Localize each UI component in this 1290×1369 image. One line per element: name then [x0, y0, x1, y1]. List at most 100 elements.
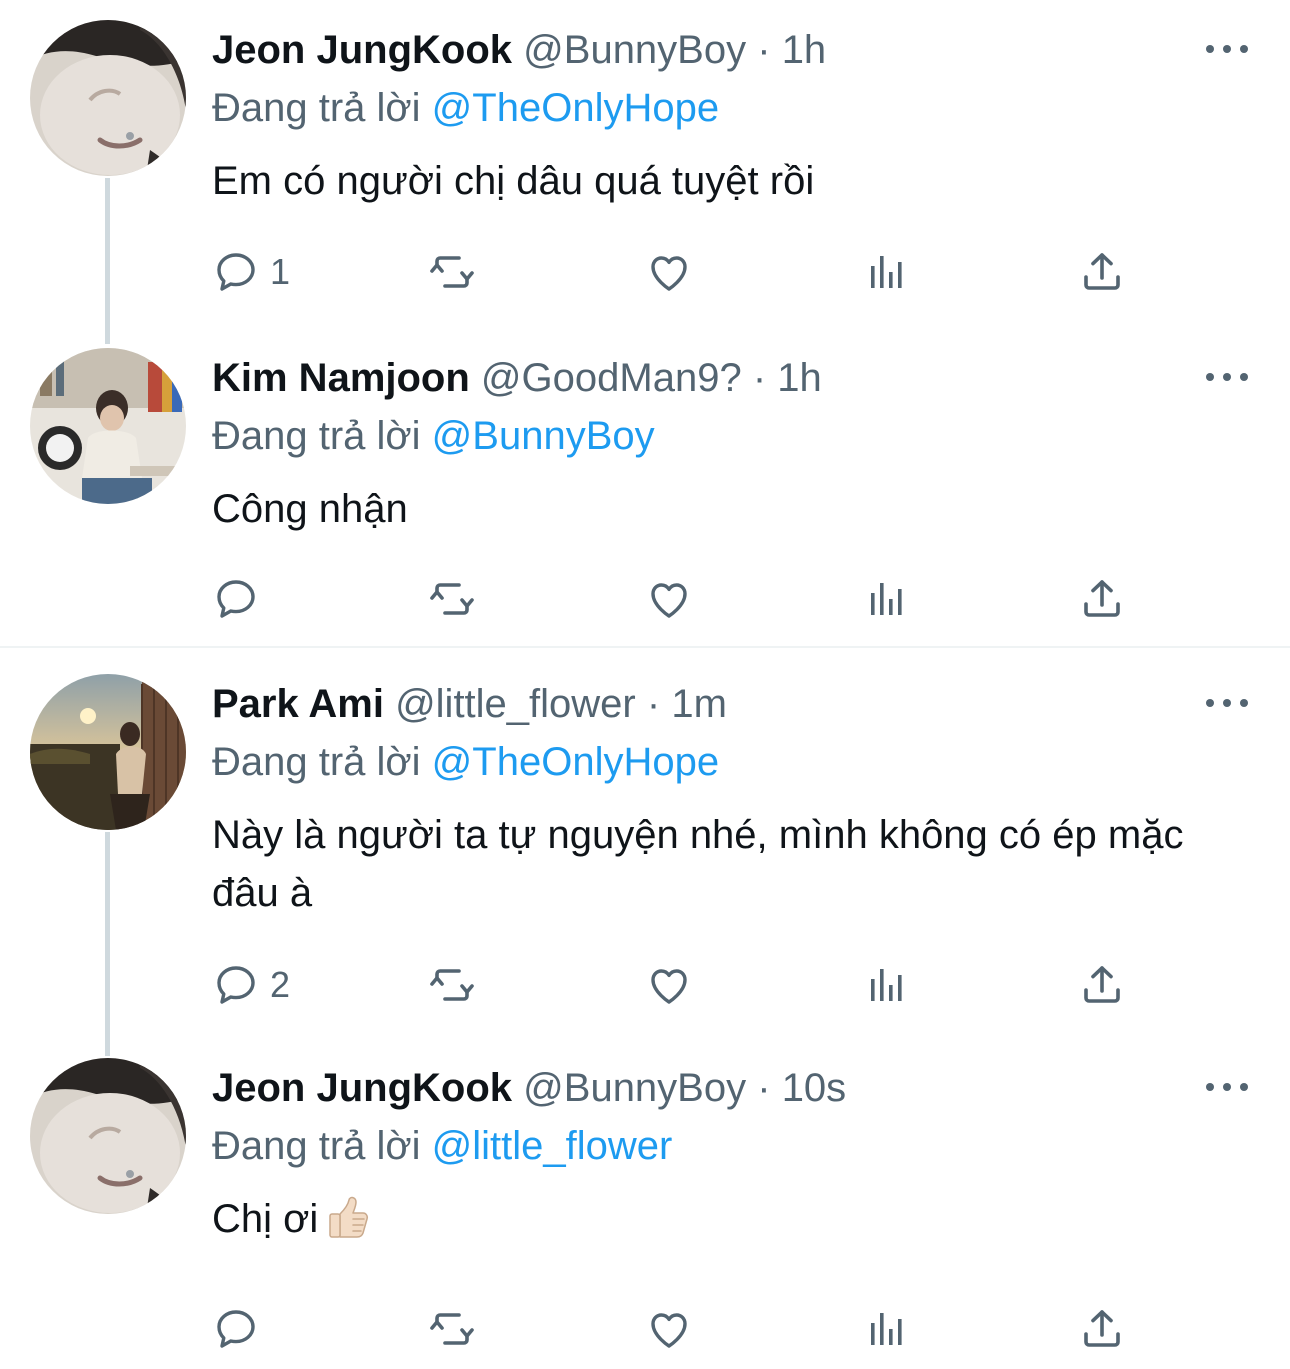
display-name[interactable]: Jeon JungKook: [212, 1066, 512, 1110]
reply-button[interactable]: 2: [212, 960, 290, 1010]
divider: [0, 646, 1290, 648]
mention-link[interactable]: @little_flower: [432, 1124, 673, 1168]
separator-dot: ·: [646, 682, 661, 726]
views-button[interactable]: [862, 574, 910, 624]
reply-icon: [212, 961, 260, 1009]
more-options-button[interactable]: [1206, 692, 1248, 714]
display-name[interactable]: Park Ami: [212, 682, 384, 726]
avatar-sunset-icon: [30, 674, 186, 830]
avatar[interactable]: [30, 20, 186, 176]
user-handle[interactable]: @little_flower: [395, 682, 636, 726]
retweet-button[interactable]: [428, 574, 476, 624]
heart-icon: [645, 1305, 693, 1353]
replying-to: Đang trả lời @TheOnlyHope: [212, 82, 719, 134]
share-button[interactable]: [1078, 247, 1126, 297]
tweet-header: Jeon JungKook @BunnyBoy · 10s: [212, 1062, 846, 1114]
dot-icon: [1240, 699, 1248, 707]
views-button[interactable]: [862, 247, 910, 297]
action-bar: 1: [212, 247, 1212, 297]
dot-icon: [1206, 45, 1214, 53]
separator-dot: ·: [757, 28, 771, 72]
more-options-button[interactable]: [1206, 366, 1248, 388]
like-button[interactable]: [645, 960, 693, 1010]
retweet-icon: [428, 1305, 476, 1353]
reply-icon: [212, 575, 260, 623]
user-handle[interactable]: @GoodMan9?: [481, 356, 742, 400]
replying-to: Đang trả lời @TheOnlyHope: [212, 736, 719, 788]
tweet-header: Kim Namjoon @GoodMan9? · 1h: [212, 352, 822, 404]
dot-icon: [1240, 373, 1248, 381]
tweet-text-content: Chị ơi: [212, 1197, 319, 1241]
replying-prefix: Đang trả lời: [212, 414, 421, 458]
display-name[interactable]: Kim Namjoon: [212, 356, 470, 400]
views-button[interactable]: [862, 1304, 910, 1354]
dot-icon: [1223, 699, 1231, 707]
retweet-button[interactable]: [428, 1304, 476, 1354]
reply-button[interactable]: 1: [212, 247, 290, 297]
dot-icon: [1206, 373, 1214, 381]
avatar-face-icon: [30, 20, 186, 176]
more-options-button[interactable]: [1206, 1076, 1248, 1098]
like-button[interactable]: [645, 247, 693, 297]
avatar[interactable]: [30, 674, 186, 830]
mention-link[interactable]: @TheOnlyHope: [432, 86, 719, 130]
avatar-face-icon: [30, 1058, 186, 1214]
tweet-text: Em có người chị dâu quá tuyệt rồi: [212, 159, 815, 203]
timestamp[interactable]: 1h: [782, 28, 827, 72]
tweet-text: Này là người ta tự nguyện nhé, mình khôn…: [212, 813, 1184, 915]
avatar[interactable]: [30, 1058, 186, 1214]
replying-prefix: Đang trả lời: [212, 86, 421, 130]
dot-icon: [1240, 1083, 1248, 1091]
replying-to: Đang trả lời @little_flower: [212, 1120, 672, 1172]
display-name[interactable]: Jeon JungKook: [212, 28, 512, 72]
avatar[interactable]: [30, 348, 186, 504]
separator-dot: ·: [752, 356, 767, 400]
like-button[interactable]: [645, 1304, 693, 1354]
tweet-header: Park Ami @little_flower · 1m: [212, 678, 727, 730]
views-button[interactable]: [862, 960, 910, 1010]
action-bar: [212, 1304, 1212, 1354]
thumbs-up-icon: [324, 1194, 372, 1242]
share-icon: [1078, 575, 1126, 623]
reply-count: 1: [270, 251, 291, 292]
share-button[interactable]: [1078, 1304, 1126, 1354]
retweet-button[interactable]: [428, 247, 476, 297]
user-handle[interactable]: @BunnyBoy: [523, 1066, 746, 1110]
action-bar: [212, 574, 1212, 624]
like-button[interactable]: [645, 574, 693, 624]
avatar-studio-icon: [30, 348, 186, 504]
replying-prefix: Đang trả lời: [212, 1124, 421, 1168]
reply-icon: [212, 1305, 260, 1353]
dot-icon: [1223, 1083, 1231, 1091]
bar-chart-icon: [862, 575, 910, 623]
dot-icon: [1240, 45, 1248, 53]
reply-count: 2: [270, 964, 291, 1005]
reply-button[interactable]: [212, 1304, 270, 1354]
timestamp[interactable]: 1m: [671, 682, 727, 726]
heart-icon: [645, 575, 693, 623]
bar-chart-icon: [862, 961, 910, 1009]
share-icon: [1078, 1305, 1126, 1353]
thread-line: [105, 832, 110, 1056]
user-handle[interactable]: @BunnyBoy: [523, 28, 746, 72]
reply-icon: [212, 248, 260, 296]
reply-button[interactable]: [212, 574, 270, 624]
dot-icon: [1206, 699, 1214, 707]
mention-link[interactable]: @BunnyBoy: [432, 414, 655, 458]
share-icon: [1078, 248, 1126, 296]
more-options-button[interactable]: [1206, 38, 1248, 60]
timestamp[interactable]: 1h: [777, 356, 822, 400]
heart-icon: [645, 961, 693, 1009]
share-button[interactable]: [1078, 960, 1126, 1010]
dot-icon: [1206, 1083, 1214, 1091]
retweet-icon: [428, 575, 476, 623]
retweet-button[interactable]: [428, 960, 476, 1010]
bar-chart-icon: [862, 248, 910, 296]
separator-dot: ·: [757, 1066, 771, 1110]
tweet-text: Công nhận: [212, 487, 408, 531]
timestamp[interactable]: 10s: [782, 1066, 847, 1110]
share-button[interactable]: [1078, 574, 1126, 624]
mention-link[interactable]: @TheOnlyHope: [432, 740, 719, 784]
share-icon: [1078, 961, 1126, 1009]
dot-icon: [1223, 373, 1231, 381]
